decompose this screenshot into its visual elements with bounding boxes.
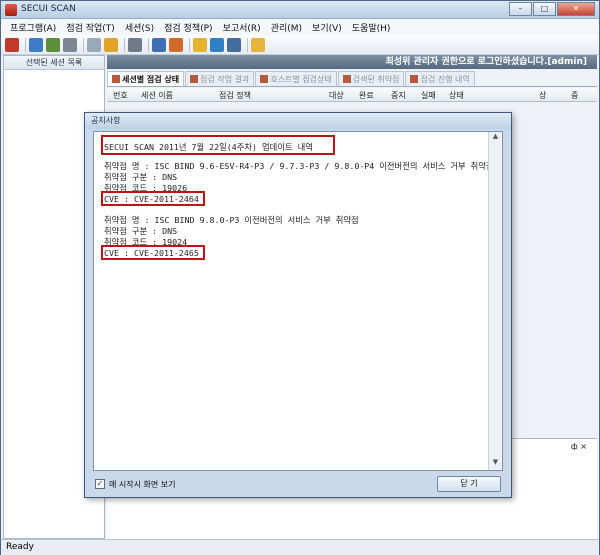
pane-pin-close-controls[interactable]: ф × <box>571 442 587 451</box>
tab-strip: 세션별 점검 상태 점검 작업 결과 호스트별 점검상태 검색된 취약점 점검 … <box>107 71 597 87</box>
column-header-complete[interactable]: 완료 <box>359 90 374 101</box>
toolbar-search-icon[interactable] <box>87 37 101 52</box>
tab-label: 호스트별 점검상태 <box>270 75 332 84</box>
dialog-footer: ✓ 매 시작시 화면 보기 닫 기 <box>93 475 503 493</box>
tab-host-status[interactable]: 호스트별 점검상태 <box>255 71 337 86</box>
close-window-button[interactable]: ✕ <box>557 2 595 16</box>
menu-manage[interactable]: 관리(M) <box>266 19 307 35</box>
column-header-session-name[interactable]: 세션 이름 <box>141 90 173 101</box>
dialog-title: 공지사항 <box>85 113 511 129</box>
vertical-scrollbar[interactable]: ▲ ▼ <box>488 132 502 470</box>
toolbar <box>1 35 599 55</box>
tab-icon <box>260 75 269 83</box>
column-header-status[interactable]: 상태 <box>449 90 464 101</box>
column-header-medium[interactable]: 중 <box>571 90 578 101</box>
status-bar: Ready <box>1 539 599 555</box>
toolbar-separator <box>25 37 26 52</box>
toolbar-exit-icon[interactable] <box>5 37 19 52</box>
notice-dialog: 공지사항 SECUI SCAN 2011년 7월 22일(4주차) 업데이트 내… <box>84 112 512 498</box>
scroll-up-icon[interactable]: ▲ <box>489 132 502 144</box>
tab-icon <box>190 75 199 83</box>
tab-label: 점검 작업 결과 <box>200 75 250 84</box>
toolbar-add-task-icon[interactable] <box>29 37 43 52</box>
maximize-button[interactable]: □ <box>533 2 556 16</box>
toolbar-user-icon[interactable] <box>210 37 224 52</box>
column-header-target[interactable]: 대상 <box>329 90 344 101</box>
column-header-high[interactable]: 상 <box>539 90 546 101</box>
scroll-down-icon[interactable]: ▼ <box>489 458 502 470</box>
show-on-startup-checkbox[interactable]: ✓ <box>95 479 105 489</box>
toolbar-run-task-icon[interactable] <box>46 37 60 52</box>
menu-program[interactable]: 프로그램(A) <box>5 19 61 35</box>
toolbar-separator <box>247 37 248 52</box>
login-banner: 최성위 관리자 권한으로 로그인하셨습니다.[admin] <box>107 55 597 69</box>
toolbar-alert-icon[interactable] <box>104 37 118 52</box>
tab-label: 검색된 취약점 <box>352 75 400 84</box>
tab-icon <box>112 75 120 83</box>
notice-line: CVE : CVE-2011-2465 <box>104 248 199 258</box>
notice-line: SECUI SCAN 2011년 7월 22일(4주차) 업데이트 내역 <box>104 142 313 152</box>
toolbar-separator <box>124 37 125 52</box>
toolbar-report-icon[interactable] <box>193 37 207 52</box>
menu-help[interactable]: 도움말(H) <box>347 19 396 35</box>
toolbar-separator <box>83 37 84 52</box>
window-title: SECUI SCAN <box>21 4 76 14</box>
menu-session[interactable]: 세션(S) <box>120 19 159 35</box>
window-controls: – □ ✕ <box>508 2 595 16</box>
toolbar-help-icon[interactable] <box>251 37 265 52</box>
tab-task-result[interactable]: 점검 작업 결과 <box>185 71 255 86</box>
session-list-header: 선택된 세션 목록 <box>4 56 104 70</box>
notice-text-area[interactable]: SECUI SCAN 2011년 7월 22일(4주차) 업데이트 내역 취약점… <box>93 131 503 471</box>
show-on-startup-label: 매 시작시 화면 보기 <box>109 480 176 489</box>
toolbar-policy-icon[interactable] <box>152 37 166 52</box>
tab-progress[interactable]: 점검 진행 내역 <box>405 71 475 86</box>
toolbar-separator <box>148 37 149 52</box>
title-bar: SECUI SCAN – □ ✕ <box>1 1 599 19</box>
menu-scan-task[interactable]: 점검 작업(T) <box>61 19 120 35</box>
tab-icon <box>410 75 419 83</box>
toolbar-separator <box>189 37 190 52</box>
tab-label: 점검 진행 내역 <box>420 75 470 84</box>
tab-icon <box>342 75 351 83</box>
minimize-button[interactable]: – <box>509 2 532 16</box>
toolbar-settings-icon[interactable] <box>227 37 241 52</box>
menu-bar: 프로그램(A) 점검 작업(T) 세션(S) 점검 정책(P) 보고서(R) 관… <box>1 19 599 35</box>
tab-vulnerabilities[interactable]: 검색된 취약점 <box>337 71 405 86</box>
app-logo-icon <box>5 4 17 16</box>
menu-view[interactable]: 보기(V) <box>307 19 347 35</box>
close-button[interactable]: 닫 기 <box>437 476 501 492</box>
session-grid-header: 번호 세션 이름 점검 정책 대상 완료 중지 실패 상태 상 중 <box>107 88 597 102</box>
menu-report[interactable]: 보고서(R) <box>218 19 266 35</box>
tab-session-status[interactable]: 세션별 점검 상태 <box>107 71 185 86</box>
column-header-failed[interactable]: 실패 <box>421 90 436 101</box>
column-header-number[interactable]: 번호 <box>113 90 128 101</box>
menu-policy[interactable]: 점검 정책(P) <box>159 19 217 35</box>
toolbar-policy-edit-icon[interactable] <box>169 37 183 52</box>
toolbar-host-icon[interactable] <box>128 37 142 52</box>
toolbar-stop-task-icon[interactable] <box>63 37 77 52</box>
column-header-stopped[interactable]: 중지 <box>391 90 406 101</box>
column-header-policy[interactable]: 점검 정책 <box>219 90 251 101</box>
notice-line: CVE : CVE-2011-2464 <box>104 194 199 204</box>
tab-label: 세션별 점검 상태 <box>122 75 180 84</box>
